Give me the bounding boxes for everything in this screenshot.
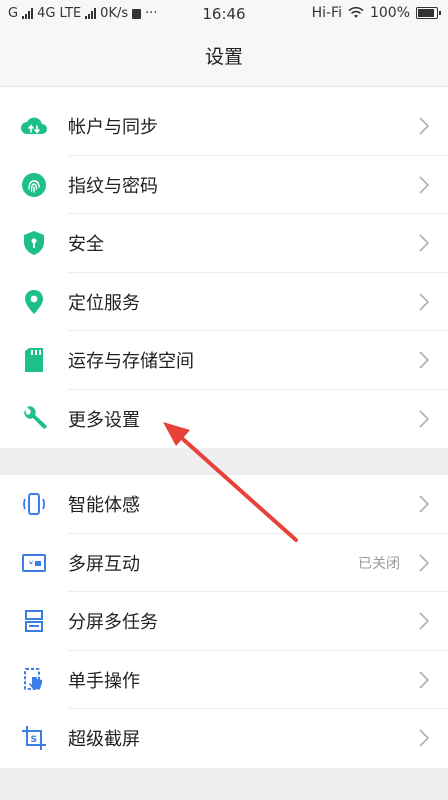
status-value: 已关闭 [358,555,400,572]
chevron-right-icon [414,554,434,572]
chevron-right-icon [414,729,434,747]
wrench-icon [20,405,48,433]
chevron-right-icon [414,612,434,630]
chevron-right-icon [414,671,434,689]
settings-group-1: 帐户与同步 指纹与密码 安全 定位服务 运存与存储空间 更多设置 [0,97,448,448]
chevron-right-icon [414,117,434,135]
chevron-right-icon [414,351,434,369]
item-label: 多屏互动 [68,553,140,575]
settings-item-location[interactable]: 定位服务 [0,273,448,331]
item-label: 更多设置 [68,409,140,431]
chevron-right-icon [414,234,434,252]
cloud-sync-icon [20,112,48,140]
settings-item-split-screen[interactable]: 分屏多任务 [0,592,448,651]
bottom-area [0,768,448,800]
sidebar-item-label: 帐户与同步 [68,117,158,139]
status-bar: G 4G LTE 0K/s ··· 16:46 Hi-Fi 100% [0,0,448,28]
status-right: Hi-Fi 100% [311,5,441,21]
screen-cast-icon [20,549,48,577]
item-label: 分屏多任务 [68,612,158,634]
chevron-right-icon [414,495,434,513]
page-title: 设置 [0,28,448,87]
group-separator [0,448,448,475]
location-pin-icon [20,288,48,316]
fingerprint-icon [20,171,48,199]
settings-item-super-screenshot[interactable]: S 超级截屏 [0,709,448,768]
settings-item-more-settings[interactable]: 更多设置 [0,390,448,449]
chevron-right-icon [414,293,434,311]
chevron-right-icon [414,410,434,428]
screenshot-icon: S [20,724,48,752]
item-label: 运存与存储空间 [68,351,194,373]
wifi-name: Hi-Fi [311,5,342,21]
shield-icon [20,229,48,257]
settings-item-fingerprint[interactable]: 指纹与密码 [0,156,448,214]
settings-item-account-sync[interactable]: 帐户与同步 [0,97,448,156]
settings-item-security[interactable]: 安全 [0,214,448,273]
item-label: 定位服务 [68,292,140,314]
settings-item-storage[interactable]: 运存与存储空间 [0,331,448,390]
item-label: 安全 [68,234,104,256]
item-label: 智能体感 [68,495,140,517]
svg-text:S: S [31,735,37,745]
phone-motion-icon [20,490,48,518]
chevron-right-icon [414,176,434,194]
one-hand-icon [20,666,48,694]
settings-item-multi-screen[interactable]: 多屏互动 已关闭 [0,534,448,592]
item-label: 指纹与密码 [68,175,158,197]
settings-group-2: 智能体感 多屏互动 已关闭 分屏多任务 单手操作 S 超级截屏 [0,475,448,768]
item-label: 超级截屏 [68,729,140,751]
battery-percent: 100% [369,5,410,21]
sd-card-icon [20,346,48,374]
item-label: 单手操作 [68,670,140,692]
settings-item-one-hand[interactable]: 单手操作 [0,651,448,709]
split-screen-icon [20,607,48,635]
wifi-icon [348,7,364,18]
battery-icon [416,7,441,19]
settings-item-smart-motion[interactable]: 智能体感 [0,475,448,534]
